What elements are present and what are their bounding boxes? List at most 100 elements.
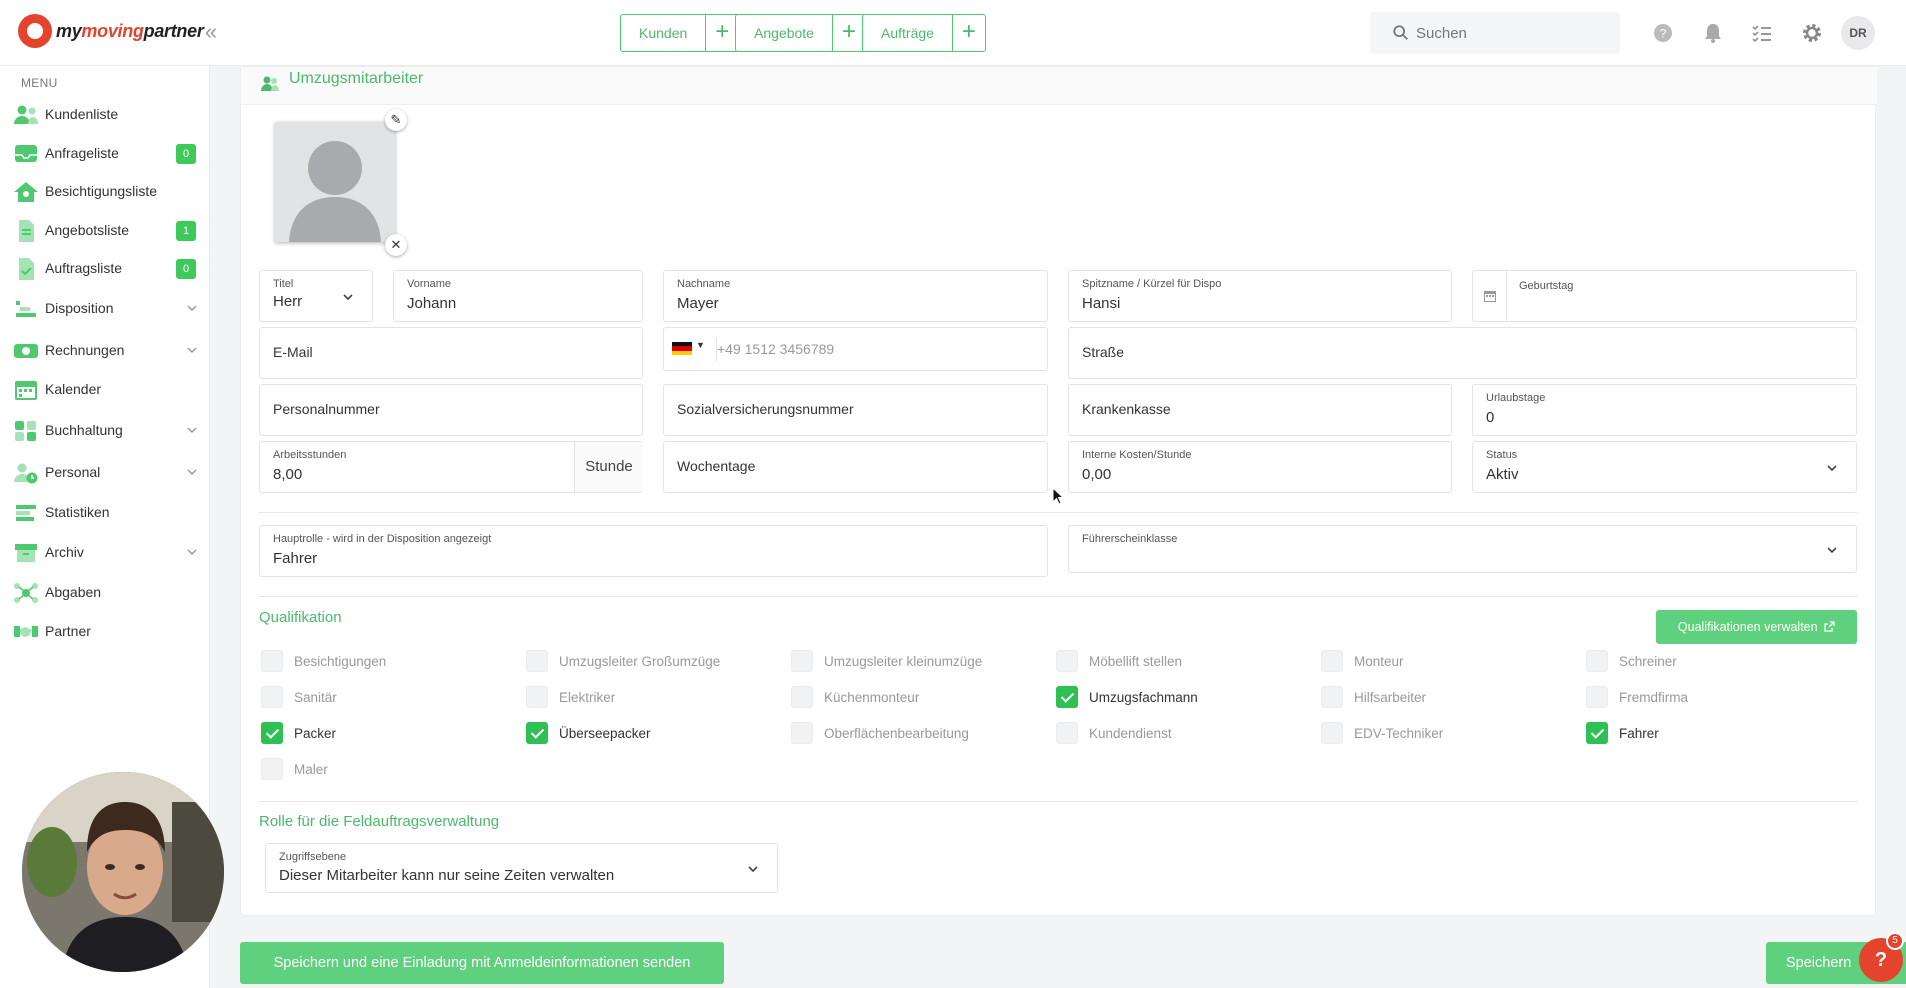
titel-select[interactable]: Titel Herr [259,270,373,322]
sidebar-item-abgaben[interactable]: Abgaben [0,576,210,610]
checkbox-unchecked-icon[interactable] [1321,722,1343,744]
qualifikation-checkbox-item[interactable]: Sanitär [261,683,337,711]
qualifikation-checkbox-item[interactable]: Hilfsarbeiter [1321,683,1426,711]
checkbox-checked-icon[interactable] [261,722,283,744]
qualifikationen-verwalten-button[interactable]: Qualifikationen verwalten [1656,610,1857,644]
qualifikation-checkbox-item[interactable]: EDV-Techniker [1321,719,1443,747]
qualifikation-checkbox-item[interactable]: Küchenmonteur [791,683,919,711]
collapse-sidebar-icon[interactable]: « [200,18,222,46]
telefon-field[interactable]: ▼ +49 1512 3456789 [663,327,1048,371]
sidebar-item-kundenliste[interactable]: Kundenliste [0,98,210,132]
checkbox-unchecked-icon[interactable] [1321,686,1343,708]
fuehrerscheinklasse-select[interactable]: Führerscheinklasse [1068,525,1857,573]
sidebar-item-archiv[interactable]: Archiv [0,536,210,570]
checkbox-unchecked-icon[interactable] [791,722,813,744]
qualifikation-checkbox-item[interactable]: Überseepacker [526,719,651,747]
hauptrolle-select[interactable]: Hauptrolle - wird in der Disposition ang… [259,525,1048,577]
sidebar-item-anfrageliste[interactable]: Anfrageliste 0 [0,137,210,171]
qualifikation-checkbox-item[interactable]: Umzugsfachmann [1056,683,1198,711]
urlaubstage-field[interactable]: Urlaubstage 0 [1472,384,1857,436]
add-auftrag-plus-icon[interactable]: + [953,15,985,51]
remove-photo-close-icon[interactable]: ✕ [385,234,407,256]
qualifikation-checkbox-item[interactable]: Maler [261,755,328,783]
sidebar-item-disposition[interactable]: Disposition [0,292,210,326]
strasse-field[interactable]: Straße [1068,327,1857,379]
checkbox-unchecked-icon[interactable] [1321,650,1343,672]
calendar-button[interactable] [1473,271,1507,321]
menu-title: MENU [21,76,58,90]
checkbox-unchecked-icon[interactable] [1056,650,1078,672]
handshake-icon [14,626,38,637]
add-kunde-plus-icon[interactable]: + [706,15,738,51]
checkbox-unchecked-icon[interactable] [1586,686,1608,708]
vorname-field[interactable]: Vorname Johann [393,270,643,322]
status-select[interactable]: Status Aktiv [1472,441,1857,493]
sidebar-item-angebotsliste[interactable]: Angebotsliste 1 [0,214,210,248]
krankenkasse-field[interactable]: Krankenkasse [1068,384,1452,436]
sidebar-item-personal[interactable]: Personal [0,456,210,490]
sidebar-item-kalender[interactable]: Kalender [0,373,210,407]
qualifikation-checkbox-item[interactable]: Kundendienst [1056,719,1172,747]
checkbox-unchecked-icon[interactable] [1056,722,1078,744]
sozialversicherungsnummer-field[interactable]: Sozialversicherungsnummer [663,384,1048,436]
add-angebot-plus-icon[interactable]: + [833,15,865,51]
spitzname-field[interactable]: Spitzname / Kürzel für Dispo Hansi [1068,270,1452,322]
checkbox-unchecked-icon[interactable] [791,686,813,708]
bell-icon[interactable] [1700,20,1726,46]
calendar-icon [15,381,37,400]
sidebar-item-statistiken[interactable]: Statistiken [0,496,210,530]
user-avatar[interactable]: DR [1841,16,1875,50]
qualifikation-checkbox-item[interactable]: Fremdfirma [1586,683,1688,711]
checkbox-unchecked-icon[interactable] [791,650,813,672]
auftraege-button[interactable]: Aufträge [863,15,953,51]
interne-kosten-field[interactable]: Interne Kosten/Stunde 0,00 [1068,441,1452,493]
kunden-button[interactable]: Kunden [621,15,707,51]
email-field[interactable]: E-Mail [259,327,643,379]
qualifikation-checkbox-item[interactable]: Umzugsleiter Großumzüge [526,647,720,675]
qualifikation-checkbox-item[interactable]: Umzugsleiter kleinumzüge [791,647,982,675]
checkbox-unchecked-icon[interactable] [261,758,283,780]
help-circle-icon[interactable]: ? [1650,20,1676,46]
nachname-field[interactable]: Nachname Mayer [663,270,1048,322]
qualifikation-checkbox-item[interactable]: Monteur [1321,647,1404,675]
sidebar-item-buchhaltung[interactable]: Buchhaltung [0,414,210,448]
qualifikation-checkbox-item[interactable]: Möbellift stellen [1056,647,1182,675]
checkbox-unchecked-icon[interactable] [526,650,548,672]
sidebar-item-rechnungen[interactable]: Rechnungen [0,334,210,368]
qualifikation-checkbox-item[interactable]: Packer [261,719,336,747]
checkbox-checked-icon[interactable] [1056,686,1078,708]
checklist-icon[interactable] [1749,20,1775,46]
qualifikation-checkbox-item[interactable]: Besichtigungen [261,647,386,675]
logo[interactable]: mymovingpartner [18,14,204,48]
geburtstag-field[interactable]: Geburtstag [1472,270,1857,322]
germany-flag-icon[interactable] [672,342,692,355]
checkbox-checked-icon[interactable] [1586,722,1608,744]
save-and-invite-button[interactable]: Speichern und eine Einladung mit Anmelde… [240,942,724,984]
wochentage-select[interactable]: Wochentage [663,441,1048,493]
zugriffsebene-select[interactable]: Zugriffsebene Dieser Mitarbeiter kann nu… [265,843,778,893]
employee-photo[interactable] [275,122,395,242]
quick-action-auftraege: Aufträge + [862,14,986,52]
divider [259,596,1857,597]
qualifikation-checkbox-item[interactable]: Schreiner [1586,647,1677,675]
qualifikation-checkbox-item[interactable]: Fahrer [1586,719,1659,747]
chevron-down-icon [187,347,197,354]
angebote-button[interactable]: Angebote [736,15,833,51]
search-input[interactable] [1416,22,1606,44]
gear-icon[interactable] [1799,20,1825,46]
checkbox-unchecked-icon[interactable] [1586,650,1608,672]
sidebar-item-partner[interactable]: Partner [0,615,210,649]
checkbox-unchecked-icon[interactable] [261,686,283,708]
checkbox-unchecked-icon[interactable] [526,686,548,708]
qualifikation-checkbox-item[interactable]: Elektriker [526,683,615,711]
arbeitsstunden-field[interactable]: Arbeitsstunden 8,00 Stunde [259,441,643,493]
users-icon [261,76,279,91]
country-dropdown-caret-icon[interactable]: ▼ [696,340,705,350]
checkbox-checked-icon[interactable] [526,722,548,744]
edit-photo-pencil-icon[interactable]: ✎ [385,109,407,131]
sidebar-item-besichtigungsliste[interactable]: Besichtigungsliste [0,175,210,209]
checkbox-unchecked-icon[interactable] [261,650,283,672]
sidebar-item-auftragsliste[interactable]: Auftragsliste 0 [0,252,210,286]
personalnummer-field[interactable]: Personalnummer [259,384,643,436]
qualifikation-checkbox-item[interactable]: Oberflächenbearbeitung [791,719,969,747]
